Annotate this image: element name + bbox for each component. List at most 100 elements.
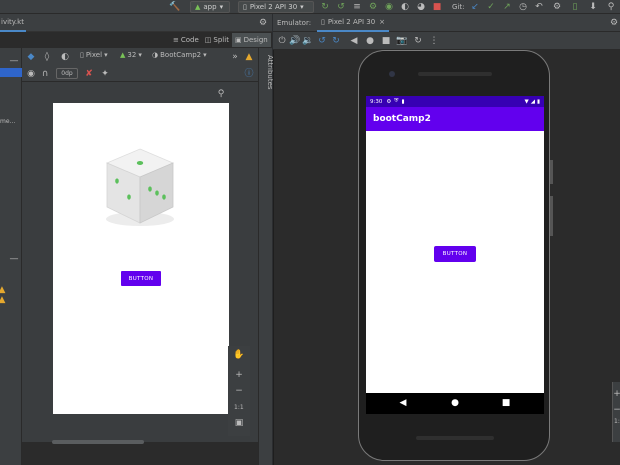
chevron-down-icon: ▾ [104, 51, 108, 59]
device-select[interactable]: ▯ Pixel ▾ [80, 51, 108, 59]
device-select[interactable]: ▯ Pixel 2 API 30 ▾ [238, 1, 314, 13]
blueprint-icon[interactable]: ◊ [42, 52, 52, 62]
wifi-icon: ▼ [524, 98, 529, 105]
nav-back-icon[interactable]: ◀ [398, 398, 408, 408]
attributes-strip [258, 48, 272, 465]
rollback-icon[interactable]: ↶ [534, 2, 544, 12]
logcat-icon[interactable]: ≡ [352, 2, 362, 12]
zoom-out-icon[interactable]: − [613, 405, 620, 414]
emulator-button[interactable]: BUTTON [434, 246, 476, 262]
android-icon: ▲ [120, 51, 126, 59]
debug-icon[interactable]: ⚙ [368, 2, 378, 12]
design-surface-icon[interactable]: ◆ [26, 52, 36, 62]
emulator-tab-row: Emulator: ▯ Pixel 2 API 30 × ⚙ [273, 14, 620, 32]
hammer-icon[interactable]: 🔨 [169, 2, 180, 12]
profile-icon[interactable]: ◐ [400, 2, 410, 12]
design-toolbar: ◆ ◊ ◐ ▯ Pixel ▾ ▲ 32 ▾ ◑ BootCamp2 ▾ » ▲ [22, 48, 260, 66]
attributes-tab[interactable]: Attributes [256, 55, 274, 95]
gear-icon[interactable]: ⚙ [258, 18, 268, 28]
power-side-button[interactable] [550, 160, 553, 184]
navigation-bar: ◀ ● ■ [366, 393, 544, 414]
phone-icon: ▯ [321, 18, 325, 26]
power-icon[interactable]: ⏻ [277, 36, 287, 46]
split-icon: ◫ [204, 36, 212, 44]
orientation-icon[interactable]: ◐ [60, 52, 70, 62]
horizontal-scrollbar[interactable] [52, 440, 144, 444]
attach-debugger-icon[interactable]: ◉ [384, 2, 394, 12]
run-config-select[interactable]: ▲ app ▾ [190, 1, 230, 13]
pin-icon[interactable]: ⚲ [216, 89, 226, 99]
emulator-device-label: Pixel 2 API 30 [327, 18, 376, 26]
theme-select[interactable]: ◑ BootCamp2 ▾ [152, 51, 207, 59]
front-camera [389, 71, 395, 77]
close-icon[interactable]: × [379, 18, 385, 26]
collapse-icon[interactable]: — [9, 254, 19, 264]
right-zoom-label[interactable]: 1: [614, 418, 620, 425]
rotate-right-icon[interactable]: ↻ [331, 36, 341, 46]
file-tab[interactable]: ivity.kt [0, 14, 26, 32]
more-icon[interactable]: ⋮ [429, 36, 439, 46]
device-manager-icon[interactable]: ▯ [570, 2, 580, 12]
collapse-icon[interactable]: — [9, 56, 19, 66]
apply-changes-icon[interactable]: ↻ [320, 2, 330, 12]
zoom-out-icon[interactable]: − [234, 386, 244, 396]
dice-image[interactable] [103, 145, 178, 228]
api-select[interactable]: ▲ 32 ▾ [120, 51, 142, 59]
git-push-icon[interactable]: ↗ [502, 2, 512, 12]
volume-down-icon[interactable]: 🔉 [302, 36, 313, 46]
zoom-ratio-label[interactable]: 1:1 [234, 404, 244, 411]
sd-card-icon: ▮ [401, 98, 405, 105]
sdk-manager-icon[interactable]: ⬇ [588, 2, 598, 12]
more-icon[interactable]: » [230, 52, 240, 62]
default-margin-field[interactable]: 0dp [56, 68, 78, 79]
main-toolbar: 🔨 ▲ app ▾ ▯ Pixel 2 API 30 ▾ ↻ ↺ ≡ ⚙ ◉ ◐… [0, 0, 620, 14]
back-icon[interactable]: ◀ [349, 36, 359, 46]
home-icon[interactable]: ● [365, 36, 375, 46]
zoom-in-icon[interactable]: + [613, 389, 620, 398]
settings-icon[interactable]: ⚙ [552, 2, 562, 12]
mode-split[interactable]: ◫ Split [202, 33, 232, 47]
settings-icon: ⚙ [386, 98, 392, 105]
overview-icon[interactable]: ■ [381, 36, 391, 46]
git-update-icon[interactable]: ↙ [470, 2, 480, 12]
nav-overview-icon[interactable]: ■ [501, 398, 511, 408]
app-bar-title: bootCamp2 [366, 107, 544, 131]
search-icon[interactable]: ⚲ [606, 2, 616, 12]
coverage-icon[interactable]: ◕ [416, 2, 426, 12]
selected-tree-row[interactable] [0, 68, 22, 77]
warning-icon[interactable]: ▲ [244, 52, 254, 62]
zoom-in-icon[interactable]: + [234, 370, 244, 380]
snapshot-icon[interactable]: ↻ [413, 36, 423, 46]
mode-design[interactable]: ▣ Design [231, 33, 271, 47]
eye-icon[interactable]: ◉ [26, 69, 36, 79]
device-select-label: Pixel [85, 51, 103, 59]
tree-item-label: me... [0, 118, 16, 125]
history-icon[interactable]: ◷ [518, 2, 528, 12]
status-time: 9:30 [370, 98, 383, 105]
volume-side-button[interactable] [550, 196, 553, 236]
infer-constraints-icon[interactable]: ✦ [100, 69, 110, 79]
help-icon[interactable]: ⓘ [244, 69, 254, 79]
emulator-screen[interactable] [366, 96, 544, 393]
magnet-icon[interactable]: ∩ [40, 69, 50, 79]
screenshot-icon[interactable]: 📷 [396, 36, 407, 46]
signal-icon: ◢ [530, 98, 535, 105]
fit-screen-icon[interactable]: ▣ [234, 418, 244, 428]
emulator-device-tab[interactable]: ▯ Pixel 2 API 30 × [317, 14, 390, 32]
pan-hand-icon[interactable]: ✋ [233, 350, 244, 360]
api-select-label: 32 [127, 51, 137, 59]
git-commit-icon[interactable]: ✓ [486, 2, 496, 12]
design-icon: ▣ [234, 36, 242, 44]
rotate-left-icon[interactable]: ↺ [317, 36, 327, 46]
clear-constraints-icon[interactable]: ✘ [84, 69, 94, 79]
apply-code-changes-icon[interactable]: ↺ [336, 2, 346, 12]
mode-code[interactable]: ≡ Code [170, 33, 202, 47]
status-bar: 9:30 ⚙ ⛨ ▮ ▼ ◢ ▮ [366, 96, 544, 107]
volume-up-icon[interactable]: 🔊 [289, 36, 300, 46]
emulator-label: Emulator: [277, 19, 312, 27]
warning-icon: ▲ [0, 294, 6, 305]
stop-icon[interactable]: ■ [432, 2, 442, 12]
gear-icon[interactable]: ⚙ [609, 18, 619, 28]
nav-home-icon[interactable]: ● [450, 398, 460, 408]
design-button[interactable]: BUTTON [121, 271, 161, 286]
